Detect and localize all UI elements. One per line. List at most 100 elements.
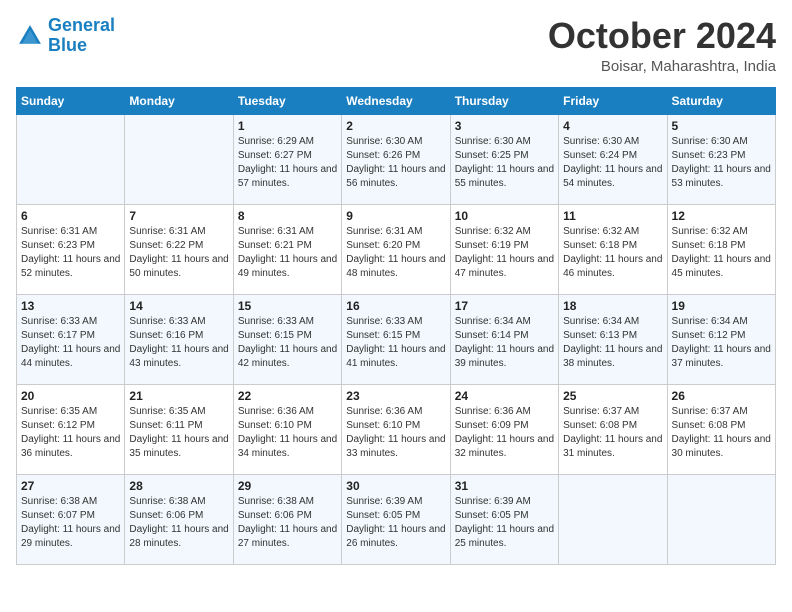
header-sunday: Sunday (17, 87, 125, 114)
day-number: 1 (238, 119, 337, 133)
day-info: Sunrise: 6:30 AM Sunset: 6:24 PM Dayligh… (563, 135, 662, 191)
calendar-cell: 4Sunrise: 6:30 AM Sunset: 6:24 PM Daylig… (559, 114, 667, 204)
logo: General Blue (16, 16, 115, 56)
calendar-cell: 8 Sunrise: 6:31 AM Sunset: 6:21 PM Daylig… (233, 204, 341, 294)
day-info: Sunrise: 6:33 AM Sunset: 6:16 PM Dayligh… (129, 315, 228, 371)
day-number: 21 (129, 389, 228, 403)
day-number: 11 (563, 209, 662, 223)
calendar-cell: 28 Sunrise: 6:38 AM Sunset: 6:06 PM Dayli… (125, 474, 233, 564)
day-number: 6 (21, 209, 120, 223)
calendar-cell: 27Sunrise: 6:38 AM Sunset: 6:07 PM Dayli… (17, 474, 125, 564)
calendar-cell: 16 Sunrise: 6:33 AM Sunset: 6:15 PM Dayli… (342, 294, 450, 384)
day-number: 8 (238, 209, 337, 223)
header-thursday: Thursday (450, 87, 558, 114)
calendar-week-4: 20 Sunrise: 6:35 AM Sunset: 6:12 PM Dayli… (17, 384, 776, 474)
day-number: 28 (129, 479, 228, 493)
calendar-cell: 20 Sunrise: 6:35 AM Sunset: 6:12 PM Dayli… (17, 384, 125, 474)
day-number: 10 (455, 209, 554, 223)
day-info: Sunrise: 6:34 AM Sunset: 6:14 PM Dayligh… (455, 315, 554, 371)
calendar-cell: 6 Sunrise: 6:31 AM Sunset: 6:23 PM Daylig… (17, 204, 125, 294)
day-info: Sunrise: 6:36 AM Sunset: 6:10 PM Dayligh… (346, 405, 445, 461)
day-number: 29 (238, 479, 337, 493)
day-info: Sunrise: 6:30 AM Sunset: 6:25 PM Dayligh… (455, 135, 554, 191)
day-info: Sunrise: 6:38 AM Sunset: 6:06 PM Dayligh… (129, 495, 228, 551)
day-info: Sunrise: 6:31 AM Sunset: 6:23 PM Dayligh… (21, 225, 120, 281)
calendar-week-3: 13Sunrise: 6:33 AM Sunset: 6:17 PM Dayli… (17, 294, 776, 384)
day-number: 2 (346, 119, 445, 133)
day-info: Sunrise: 6:35 AM Sunset: 6:11 PM Dayligh… (129, 405, 228, 461)
day-info: Sunrise: 6:39 AM Sunset: 6:05 PM Dayligh… (346, 495, 445, 551)
calendar-week-5: 27Sunrise: 6:38 AM Sunset: 6:07 PM Dayli… (17, 474, 776, 564)
calendar-cell: 29 Sunrise: 6:38 AM Sunset: 6:06 PM Dayli… (233, 474, 341, 564)
calendar-cell: 9 Sunrise: 6:31 AM Sunset: 6:20 PM Daylig… (342, 204, 450, 294)
day-number: 13 (21, 299, 120, 313)
day-info: Sunrise: 6:33 AM Sunset: 6:15 PM Dayligh… (346, 315, 445, 371)
day-number: 22 (238, 389, 337, 403)
day-number: 17 (455, 299, 554, 313)
day-info: Sunrise: 6:32 AM Sunset: 6:18 PM Dayligh… (672, 225, 771, 281)
day-info: Sunrise: 6:30 AM Sunset: 6:26 PM Dayligh… (346, 135, 445, 191)
day-number: 16 (346, 299, 445, 313)
calendar-cell: 3 Sunrise: 6:30 AM Sunset: 6:25 PM Daylig… (450, 114, 558, 204)
calendar-cell: 26Sunrise: 6:37 AM Sunset: 6:08 PM Dayli… (667, 384, 775, 474)
day-number: 25 (563, 389, 662, 403)
location: Boisar, Maharashtra, India (548, 58, 776, 75)
calendar-cell: 22 Sunrise: 6:36 AM Sunset: 6:10 PM Dayli… (233, 384, 341, 474)
day-number: 31 (455, 479, 554, 493)
day-info: Sunrise: 6:34 AM Sunset: 6:12 PM Dayligh… (672, 315, 771, 371)
day-number: 26 (672, 389, 771, 403)
day-info: Sunrise: 6:32 AM Sunset: 6:19 PM Dayligh… (455, 225, 554, 281)
day-info: Sunrise: 6:31 AM Sunset: 6:22 PM Dayligh… (129, 225, 228, 281)
calendar-cell: 24Sunrise: 6:36 AM Sunset: 6:09 PM Dayli… (450, 384, 558, 474)
calendar-cell: 7Sunrise: 6:31 AM Sunset: 6:22 PM Daylig… (125, 204, 233, 294)
day-number: 12 (672, 209, 771, 223)
calendar-cell: 14 Sunrise: 6:33 AM Sunset: 6:16 PM Dayli… (125, 294, 233, 384)
day-number: 20 (21, 389, 120, 403)
day-number: 3 (455, 119, 554, 133)
month-title: October 2024 (548, 16, 776, 56)
calendar-cell: 10 Sunrise: 6:32 AM Sunset: 6:19 PM Dayli… (450, 204, 558, 294)
logo-text: General Blue (48, 16, 115, 56)
day-info: Sunrise: 6:35 AM Sunset: 6:12 PM Dayligh… (21, 405, 120, 461)
calendar-cell: 23 Sunrise: 6:36 AM Sunset: 6:10 PM Dayli… (342, 384, 450, 474)
header-wednesday: Wednesday (342, 87, 450, 114)
day-number: 15 (238, 299, 337, 313)
calendar-cell (125, 114, 233, 204)
day-number: 30 (346, 479, 445, 493)
calendar-cell: 13Sunrise: 6:33 AM Sunset: 6:17 PM Dayli… (17, 294, 125, 384)
logo-icon (16, 22, 44, 50)
header-saturday: Saturday (667, 87, 775, 114)
header-tuesday: Tuesday (233, 87, 341, 114)
calendar-cell: 30 Sunrise: 6:39 AM Sunset: 6:05 PM Dayli… (342, 474, 450, 564)
day-number: 27 (21, 479, 120, 493)
logo-line1: General (48, 15, 115, 35)
day-info: Sunrise: 6:29 AM Sunset: 6:27 PM Dayligh… (238, 135, 337, 191)
day-info: Sunrise: 6:30 AM Sunset: 6:23 PM Dayligh… (672, 135, 771, 191)
calendar-cell: 2 Sunrise: 6:30 AM Sunset: 6:26 PM Daylig… (342, 114, 450, 204)
day-info: Sunrise: 6:31 AM Sunset: 6:20 PM Dayligh… (346, 225, 445, 281)
day-number: 23 (346, 389, 445, 403)
day-info: Sunrise: 6:37 AM Sunset: 6:08 PM Dayligh… (563, 405, 662, 461)
calendar-week-2: 6 Sunrise: 6:31 AM Sunset: 6:23 PM Daylig… (17, 204, 776, 294)
header-monday: Monday (125, 87, 233, 114)
calendar-header-row: Sunday Monday Tuesday Wednesday Thursday… (17, 87, 776, 114)
day-info: Sunrise: 6:31 AM Sunset: 6:21 PM Dayligh… (238, 225, 337, 281)
day-info: Sunrise: 6:39 AM Sunset: 6:05 PM Dayligh… (455, 495, 554, 551)
day-number: 19 (672, 299, 771, 313)
day-info: Sunrise: 6:34 AM Sunset: 6:13 PM Dayligh… (563, 315, 662, 371)
calendar-cell (17, 114, 125, 204)
calendar-week-1: 1 Sunrise: 6:29 AM Sunset: 6:27 PM Daylig… (17, 114, 776, 204)
day-number: 9 (346, 209, 445, 223)
day-number: 24 (455, 389, 554, 403)
calendar-cell: 18 Sunrise: 6:34 AM Sunset: 6:13 PM Dayli… (559, 294, 667, 384)
calendar-cell (667, 474, 775, 564)
calendar-table: Sunday Monday Tuesday Wednesday Thursday… (16, 87, 776, 565)
calendar-cell (559, 474, 667, 564)
calendar-cell: 17 Sunrise: 6:34 AM Sunset: 6:14 PM Dayli… (450, 294, 558, 384)
day-info: Sunrise: 6:38 AM Sunset: 6:06 PM Dayligh… (238, 495, 337, 551)
day-info: Sunrise: 6:36 AM Sunset: 6:10 PM Dayligh… (238, 405, 337, 461)
calendar-cell: 21 Sunrise: 6:35 AM Sunset: 6:11 PM Dayli… (125, 384, 233, 474)
day-number: 14 (129, 299, 228, 313)
day-number: 18 (563, 299, 662, 313)
calendar-cell: 31 Sunrise: 6:39 AM Sunset: 6:05 PM Dayli… (450, 474, 558, 564)
